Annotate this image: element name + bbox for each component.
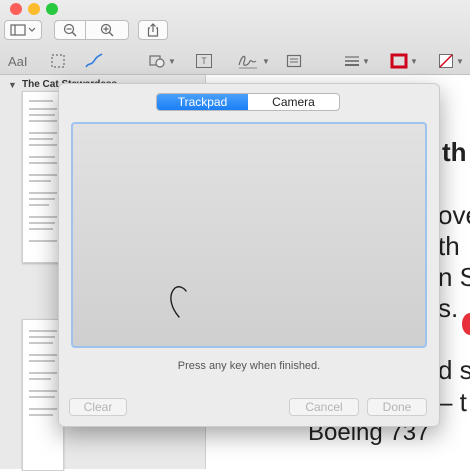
- signature-panel: Trackpad Camera Press any key when finis…: [58, 83, 440, 427]
- sidebar-toggle-icon: [10, 24, 36, 36]
- zoom-out-icon: [63, 23, 77, 37]
- sketch-icon: [85, 53, 103, 68]
- instruction-text: Press any key when finished.: [177, 360, 321, 372]
- doc-line: d s: [438, 355, 470, 385]
- text-box-icon: T: [196, 54, 212, 68]
- chevron-down-icon: ▼: [362, 56, 370, 66]
- fill-color-tool[interactable]: ▼: [438, 50, 464, 72]
- done-button[interactable]: Done: [367, 398, 427, 416]
- border-color-icon: [390, 53, 408, 69]
- doc-line: n S: [438, 262, 470, 292]
- text-style-icon: AaI: [8, 53, 28, 69]
- chevron-down-icon: ▼: [456, 56, 464, 66]
- text-style-tool[interactable]: AaI: [8, 50, 28, 72]
- signature-stroke: [170, 286, 187, 318]
- border-color-tool[interactable]: ▼: [390, 50, 418, 72]
- chevron-down-icon: ▼: [262, 56, 270, 66]
- zoom-in-icon: [100, 23, 114, 37]
- cancel-button[interactable]: Cancel: [289, 398, 359, 416]
- text-box-tool[interactable]: T: [196, 50, 212, 72]
- share-button[interactable]: [138, 20, 168, 40]
- sidebar-toggle-button[interactable]: [4, 20, 42, 40]
- zoom-out-button[interactable]: [54, 20, 86, 40]
- chevron-down-icon: ▼: [410, 56, 418, 66]
- shape-style-icon: [345, 56, 359, 66]
- close-window-button[interactable]: [10, 3, 22, 15]
- zoom-in-button[interactable]: [85, 20, 129, 40]
- share-icon: [147, 23, 159, 37]
- markup-toolbar: AaI ▼ T ▼ ▼ ▼ ▼: [0, 48, 470, 74]
- signature-icon: [238, 55, 257, 69]
- rectangular-selection-icon: [51, 54, 65, 68]
- clear-button[interactable]: Clear: [69, 398, 127, 416]
- doc-line: – t: [438, 387, 467, 417]
- zoom-window-button[interactable]: [46, 3, 58, 15]
- disclosure-triangle-icon[interactable]: ▼: [8, 80, 17, 90]
- window-toolbar: AaI ▼ T ▼ ▼ ▼ ▼: [0, 0, 470, 75]
- fill-color-icon: [439, 54, 453, 68]
- doc-line: ove: [438, 200, 470, 230]
- doc-line: th: [438, 231, 460, 261]
- doc-line: th: [442, 137, 467, 167]
- minimize-window-button[interactable]: [28, 3, 40, 15]
- note-tool[interactable]: [286, 50, 302, 72]
- shapes-icon: [149, 55, 165, 68]
- signature-tool[interactable]: ▼: [236, 50, 270, 72]
- tab-trackpad[interactable]: Trackpad: [157, 94, 248, 110]
- tab-camera[interactable]: Camera: [248, 94, 339, 110]
- shape-style-tool[interactable]: ▼: [344, 50, 370, 72]
- annotation-marker[interactable]: [462, 313, 470, 335]
- rectangular-selection-tool[interactable]: [50, 50, 66, 72]
- sketch-tool[interactable]: [84, 50, 104, 72]
- shapes-tool[interactable]: ▼: [148, 50, 176, 72]
- trackpad-signature-area[interactable]: [71, 122, 427, 348]
- note-icon: [286, 54, 302, 68]
- chevron-down-icon: ▼: [168, 56, 176, 66]
- signature-source-tabs: Trackpad Camera: [156, 93, 340, 111]
- doc-line: s.: [438, 293, 459, 323]
